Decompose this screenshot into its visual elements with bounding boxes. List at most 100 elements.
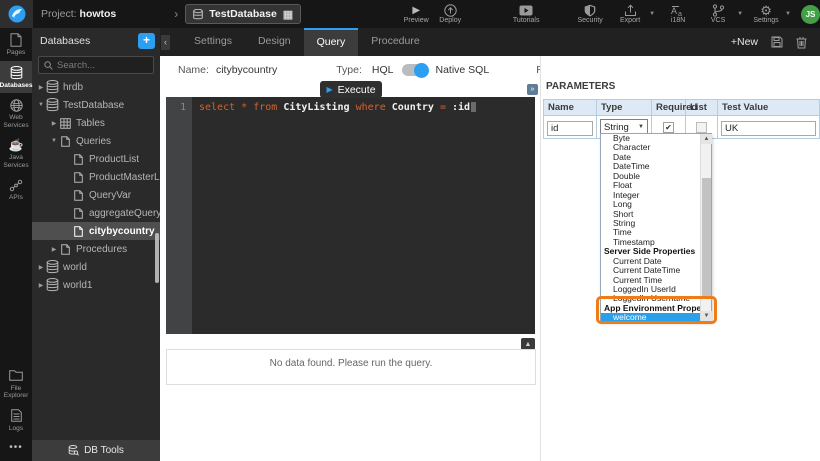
tree-item-aggregatequery[interactable]: aggregateQuery: [32, 204, 160, 222]
rail-item-pages[interactable]: Pages: [0, 28, 32, 61]
param-list-checkbox[interactable]: [696, 122, 707, 133]
topbar-action-export[interactable]: Export: [613, 5, 647, 24]
tree-item-testdatabase[interactable]: ▼TestDatabase: [32, 96, 160, 114]
dropdown-option[interactable]: String: [601, 219, 700, 228]
rail-item-file-explorer[interactable]: File Explorer: [0, 364, 32, 404]
dropdown-option[interactable]: Current Time: [601, 276, 700, 285]
tab-procedure[interactable]: Procedure: [358, 28, 432, 56]
db-tools-button[interactable]: DB Tools: [32, 440, 160, 461]
sql-code-editor[interactable]: 1 select * from CityListing where Countr…: [166, 97, 535, 334]
tree-item-tables[interactable]: ▶Tables: [32, 114, 160, 132]
topbar-action-settings[interactable]: ⚙Settings: [749, 5, 783, 24]
topbar-action-label: Tutorials: [513, 17, 540, 24]
doc-icon: [59, 244, 72, 255]
tree-item-procedures[interactable]: ▶ Procedures: [32, 240, 160, 258]
topbar-action-vcs[interactable]: VCS: [701, 5, 735, 24]
dropdown-option[interactable]: Double: [601, 172, 700, 181]
param-name-input[interactable]: [547, 121, 593, 136]
chevron-collapsed-icon[interactable]: ▶: [36, 282, 46, 289]
chevron-collapsed-icon[interactable]: ▶: [36, 264, 46, 271]
tree-item-productlist[interactable]: ProductList: [32, 150, 160, 168]
dropdown-option[interactable]: Time: [601, 228, 700, 237]
rail-item-java-services[interactable]: ☕Java Services: [0, 133, 32, 173]
topbar-action-preview[interactable]: ▶Preview: [399, 5, 433, 24]
user-avatar[interactable]: JS: [801, 5, 820, 24]
tree-item-queryvar[interactable]: QueryVar: [32, 186, 160, 204]
dropdown-option[interactable]: Integer: [601, 191, 700, 200]
column-header-test-value: Test Value: [718, 100, 820, 116]
save-icon[interactable]: [771, 36, 783, 48]
dropdown-group-header: App Environment Properties: [601, 304, 700, 313]
tree-item-hrdb[interactable]: ▶ hrdb: [32, 78, 160, 96]
topbar-action-deploy[interactable]: Deploy: [433, 5, 467, 24]
search-placeholder: Search...: [57, 60, 95, 71]
tab-design[interactable]: Design: [245, 28, 304, 56]
tree-item-label: Procedures: [76, 244, 127, 255]
rail-item-apis[interactable]: APIs: [0, 173, 32, 206]
column-header-type: Type: [597, 100, 652, 116]
topbar-action-security[interactable]: Security: [573, 5, 607, 24]
tree-item-queries[interactable]: ▼Queries: [32, 132, 160, 150]
tree-item-label: QueryVar: [89, 190, 131, 201]
entity-tab-label: TestDatabase: [209, 8, 277, 20]
dropdown-scrollbar[interactable]: ▲ ▼: [700, 134, 711, 321]
breadcrumb-chevron-icon: ›: [174, 7, 178, 21]
sql-type-toggle[interactable]: [402, 64, 428, 76]
dropdown-option[interactable]: Long: [601, 200, 700, 209]
rail-item-databases[interactable]: Databases: [0, 61, 32, 94]
scroll-up-icon[interactable]: ▲: [701, 134, 712, 144]
delete-icon[interactable]: [796, 36, 807, 49]
dropdown-option[interactable]: LoggedIn Username: [601, 294, 700, 303]
dropdown-option[interactable]: Short: [601, 210, 700, 219]
dropdown-option[interactable]: Float: [601, 181, 700, 190]
dropdown-option[interactable]: DateTime: [601, 162, 700, 171]
dropdown-group-header: Server Side Properties: [601, 247, 700, 256]
rail-item-logs[interactable]: Logs: [0, 404, 32, 437]
tree-item-productmasterlist[interactable]: ProductMasterList: [32, 168, 160, 186]
chevron-collapsed-icon[interactable]: ▶: [49, 246, 59, 253]
sql-code-line: select * from CityListing where Country …: [192, 97, 476, 334]
tree-item-label: hrdb: [63, 82, 83, 93]
query-name-value[interactable]: citybycountry: [216, 64, 277, 76]
entity-tab-testdatabase[interactable]: TestDatabase ▦: [185, 4, 301, 24]
dropdown-options: ByteCharacterDateDateTimeDoubleFloatInte…: [601, 134, 700, 321]
chevron-down-icon: ▼: [638, 124, 644, 130]
rail-item-web-services[interactable]: Web Services: [0, 93, 32, 133]
tab-settings[interactable]: Settings: [181, 28, 245, 56]
scrollbar-thumb[interactable]: [702, 178, 711, 296]
chevron-expanded-icon[interactable]: ▼: [36, 102, 46, 108]
scroll-down-icon[interactable]: ▼: [701, 311, 712, 321]
tree-item-citybycountry[interactable]: citybycountry: [32, 222, 160, 240]
more-options-icon[interactable]: •••: [0, 436, 32, 461]
app-logo[interactable]: [0, 0, 33, 28]
param-test-value-input[interactable]: [721, 121, 816, 136]
dropdown-option[interactable]: Byte: [601, 134, 700, 143]
tree-item-label: world: [63, 262, 87, 273]
grid-icon[interactable]: ▦: [283, 8, 293, 21]
search-input[interactable]: Search...: [38, 56, 154, 74]
tab-query[interactable]: Query: [304, 28, 359, 56]
execute-button[interactable]: ▶ Execute: [320, 81, 382, 98]
chevron-expanded-icon[interactable]: ▼: [49, 138, 59, 144]
chevron-collapsed-icon[interactable]: ▶: [36, 84, 46, 91]
sidebar-scrollbar[interactable]: [155, 233, 159, 283]
sidebar-collapse-icon[interactable]: ‹: [161, 35, 170, 50]
param-required-checkbox[interactable]: ✔: [663, 122, 674, 133]
dropdown-option[interactable]: Timestamp: [601, 238, 700, 247]
tree-item-world1[interactable]: ▶world1: [32, 276, 160, 294]
tree-item-world[interactable]: ▶ world: [32, 258, 160, 276]
chevron-collapsed-icon[interactable]: ▶: [49, 120, 59, 127]
dropdown-option[interactable]: Date: [601, 153, 700, 162]
doc-icon: [72, 226, 85, 237]
dropdown-option[interactable]: welcome: [601, 313, 700, 321]
dropdown-option[interactable]: LoggedIn UserId: [601, 285, 700, 294]
topbar-action-i18n[interactable]: Aai18N: [661, 5, 695, 24]
dropdown-option[interactable]: Character: [601, 143, 700, 152]
dropdown-option[interactable]: Current DateTime: [601, 266, 700, 275]
play-icon: ▶: [326, 85, 332, 94]
new-query-button[interactable]: +New: [731, 36, 758, 48]
topbar-action-tutorials[interactable]: Tutorials: [509, 5, 543, 24]
dropdown-option[interactable]: Current Date: [601, 257, 700, 266]
add-database-button[interactable]: +: [138, 33, 155, 49]
parameters-panel-toggle-icon[interactable]: »: [527, 84, 538, 95]
